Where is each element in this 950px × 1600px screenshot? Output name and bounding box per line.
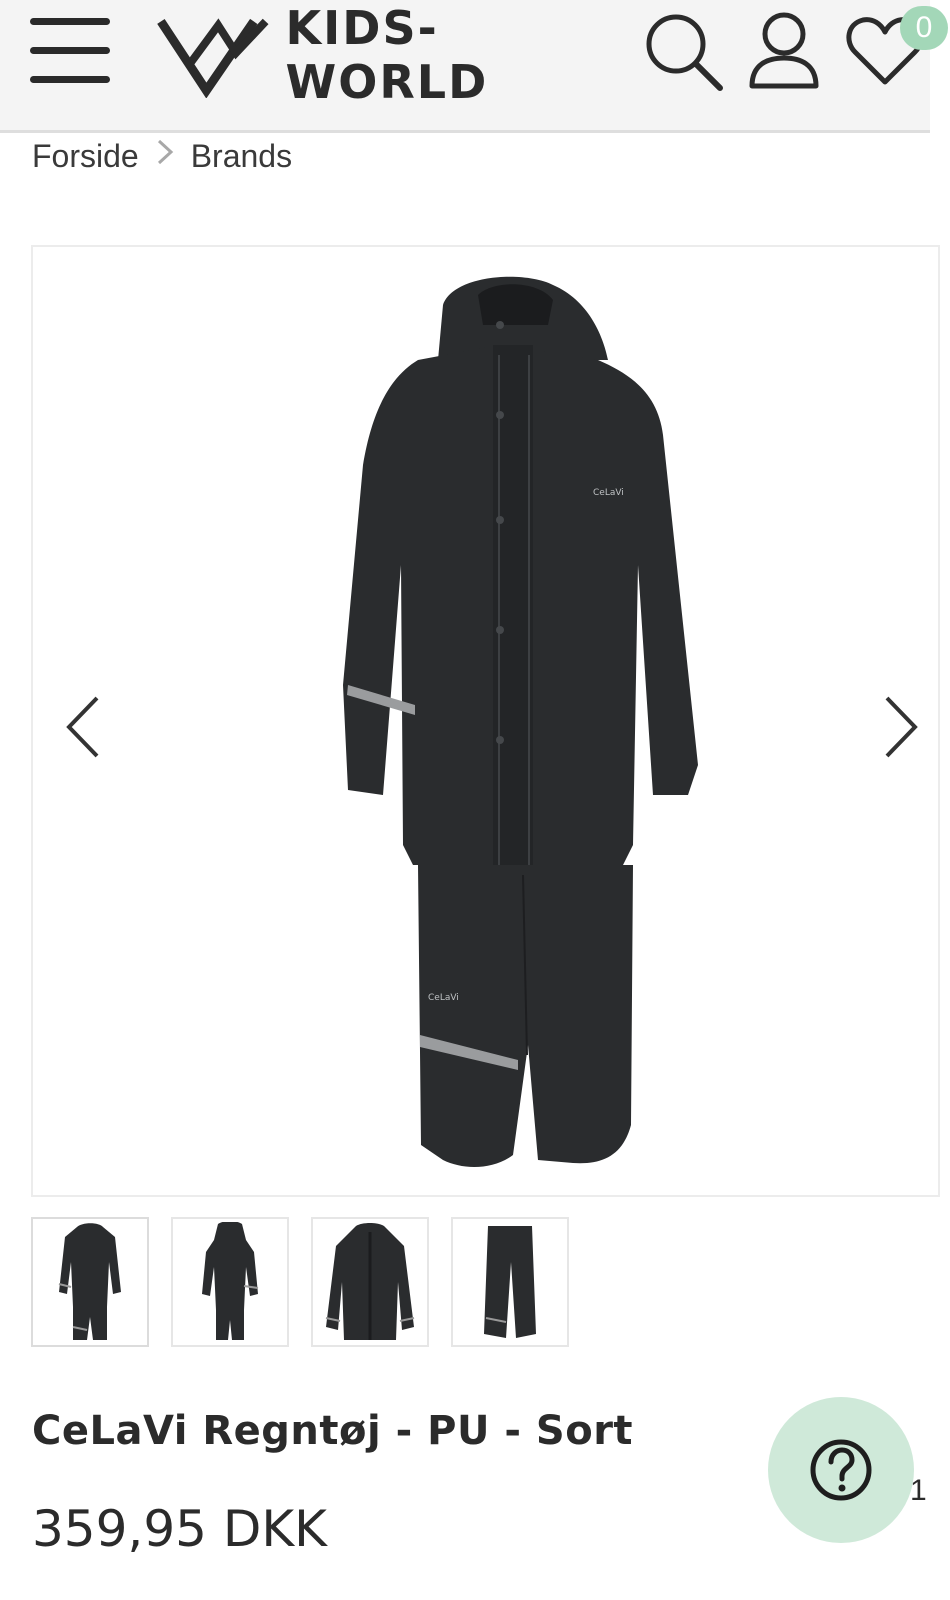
user-icon[interactable] — [748, 10, 820, 92]
thumbnail-set-front[interactable] — [31, 1217, 149, 1347]
product-image-gallery[interactable]: CeLaVi CeLaVi — [31, 245, 940, 1197]
site-logo[interactable]: KIDS-WORLD — [155, 1, 635, 109]
breadcrumb-home[interactable]: Forside — [32, 138, 139, 175]
thumbnail-set-back[interactable] — [171, 1217, 289, 1347]
breadcrumb-brands[interactable]: Brands — [191, 138, 292, 175]
product-image-rainsuit: CeLaVi CeLaVi — [343, 276, 698, 1167]
logo-text: KIDS-WORLD — [285, 1, 489, 109]
thumbnail-rainsuit-back-image — [202, 1222, 259, 1340]
question-icon — [810, 1439, 872, 1501]
thumbnail-strip — [31, 1217, 591, 1347]
thumbnail-jacket[interactable] — [311, 1217, 429, 1347]
thumbnail-pants[interactable] — [451, 1217, 569, 1347]
search-icon[interactable] — [642, 10, 724, 92]
product-title: CeLaVi Regntøj - PU - Sort — [32, 1408, 634, 1454]
thumbnail-jacket-image — [325, 1223, 415, 1340]
breadcrumb-separator-icon — [155, 137, 175, 175]
thumbnail-rainsuit-image — [58, 1223, 121, 1340]
thumbnail-pants-image — [484, 1226, 536, 1338]
side-number: 1 — [910, 1474, 927, 1507]
product-price: 359,95 DKK — [32, 1500, 327, 1558]
site-header: KIDS-WORLD 0 — [0, 0, 948, 133]
wishlist-count-badge: 0 — [900, 6, 948, 50]
breadcrumb: Forside Brands — [32, 136, 292, 176]
garment-brand-mark: CeLaVi — [593, 488, 624, 498]
chevron-left-icon[interactable] — [61, 692, 111, 762]
hamburger-menu-icon[interactable] — [30, 18, 112, 86]
help-button[interactable] — [768, 1397, 914, 1543]
logo-mark-icon — [157, 17, 269, 98]
garment-pants-brand-mark: CeLaVi — [428, 993, 459, 1003]
chevron-right-icon[interactable] — [875, 692, 925, 762]
